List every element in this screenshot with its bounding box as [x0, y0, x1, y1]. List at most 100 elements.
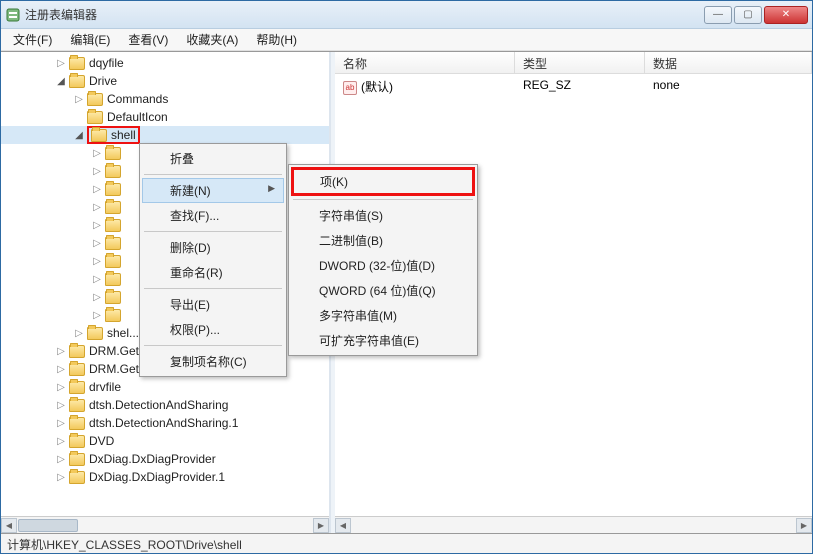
new-qword[interactable]: QWORD (64 位)值(Q) — [291, 278, 475, 303]
expand-icon[interactable]: ▷ — [55, 453, 67, 465]
highlighted-node: shell — [87, 126, 140, 144]
expand-icon[interactable]: ▷ — [91, 147, 103, 159]
content-area: ▷dqyfile ◢ Drive ▷CommandsDefaultIcon ◢ shell… — [1, 51, 812, 533]
collapse-icon[interactable]: ◢ — [55, 75, 67, 87]
tree-item[interactable]: ◢ shell — [1, 126, 329, 144]
new-submenu: 项(K) 字符串值(S) 二进制值(B) DWORD (32-位)值(D) QW… — [288, 164, 478, 356]
string-value-icon: ab — [343, 81, 357, 95]
expand-icon[interactable]: ▷ — [91, 201, 103, 213]
scroll-left-button[interactable]: ◀ — [1, 518, 17, 533]
folder-icon — [69, 435, 85, 448]
tree-label: dtsh.DetectionAndSharing — [89, 398, 228, 412]
tree-item[interactable]: DefaultIcon — [1, 108, 329, 126]
folder-icon — [69, 57, 85, 70]
tree-hscrollbar[interactable]: ◀ ▶ — [1, 516, 329, 533]
list-header: 名称 类型 数据 — [335, 52, 812, 74]
folder-icon — [87, 327, 103, 340]
expand-icon[interactable]: ▷ — [55, 399, 67, 411]
expand-icon[interactable]: ▷ — [91, 291, 103, 303]
expand-icon[interactable]: ▷ — [91, 255, 103, 267]
tree-item[interactable]: ▷Commands — [1, 90, 329, 108]
registry-editor-window: 注册表编辑器 — ▢ ✕ 文件(F) 编辑(E) 查看(V) 收藏夹(A) 帮助… — [0, 0, 813, 554]
scroll-left-button[interactable]: ◀ — [335, 518, 351, 533]
tree-label: shell — [111, 128, 136, 142]
folder-icon — [69, 417, 85, 430]
folder-icon — [105, 255, 121, 268]
collapse-icon[interactable]: ◢ — [73, 129, 85, 141]
ctx-export[interactable]: 导出(E) — [142, 292, 284, 317]
menu-file[interactable]: 文件(F) — [5, 29, 60, 50]
context-menu: 折叠 新建(N) 查找(F)... 删除(D) 重命名(R) 导出(E) 权限(… — [139, 143, 287, 377]
col-type[interactable]: 类型 — [515, 52, 645, 73]
new-expandstring[interactable]: 可扩充字符串值(E) — [291, 328, 475, 353]
expand-icon[interactable] — [73, 111, 85, 123]
new-key[interactable]: 项(K) — [291, 167, 475, 196]
ctx-new[interactable]: 新建(N) — [142, 178, 284, 203]
tree-item[interactable]: ▷dqyfile — [1, 54, 329, 72]
tree-item[interactable]: ▷dtsh.DetectionAndSharing.1 — [1, 414, 329, 432]
list-row[interactable]: ab (默认) REG_SZ none — [335, 74, 812, 99]
expand-icon[interactable]: ▷ — [91, 219, 103, 231]
ctx-copykeyname[interactable]: 复制项名称(C) — [142, 349, 284, 374]
expand-icon[interactable]: ▷ — [73, 327, 85, 339]
menu-favorites[interactable]: 收藏夹(A) — [178, 29, 246, 50]
col-name[interactable]: 名称 — [335, 52, 515, 73]
expand-icon[interactable]: ▷ — [55, 57, 67, 69]
cell-data: none — [645, 76, 688, 97]
expand-icon[interactable]: ▷ — [91, 309, 103, 321]
expand-icon[interactable]: ▷ — [55, 363, 67, 375]
expand-icon[interactable]: ▷ — [55, 381, 67, 393]
folder-icon — [87, 93, 103, 106]
tree-item[interactable]: ▷DxDiag.DxDiagProvider.1 — [1, 468, 329, 486]
tree-item[interactable]: ▷DxDiag.DxDiagProvider — [1, 450, 329, 468]
folder-icon — [105, 237, 121, 250]
ctx-delete[interactable]: 删除(D) — [142, 235, 284, 260]
value-name: (默认) — [361, 80, 393, 94]
scroll-thumb[interactable] — [18, 519, 78, 532]
app-icon — [5, 7, 21, 23]
folder-icon — [69, 399, 85, 412]
scroll-right-button[interactable]: ▶ — [313, 518, 329, 533]
tree-item[interactable]: ▷drvfile — [1, 378, 329, 396]
menu-help[interactable]: 帮助(H) — [248, 29, 305, 50]
window-title: 注册表编辑器 — [25, 6, 704, 23]
new-multistring[interactable]: 多字符串值(M) — [291, 303, 475, 328]
menu-edit[interactable]: 编辑(E) — [62, 29, 118, 50]
new-binary[interactable]: 二进制值(B) — [291, 228, 475, 253]
ctx-permissions[interactable]: 权限(P)... — [142, 317, 284, 342]
tree-item[interactable]: ◢ Drive — [1, 72, 329, 90]
window-buttons: — ▢ ✕ — [704, 6, 808, 24]
expand-icon[interactable]: ▷ — [55, 417, 67, 429]
expand-icon[interactable]: ▷ — [55, 345, 67, 357]
menu-view[interactable]: 查看(V) — [120, 29, 176, 50]
new-string[interactable]: 字符串值(S) — [291, 203, 475, 228]
tree-label: shel... — [107, 326, 139, 340]
tree-item[interactable]: ▷DVD — [1, 432, 329, 450]
new-dword[interactable]: DWORD (32-位)值(D) — [291, 253, 475, 278]
expand-icon[interactable]: ▷ — [91, 183, 103, 195]
expand-icon[interactable]: ▷ — [73, 93, 85, 105]
cell-type: REG_SZ — [515, 76, 645, 97]
expand-icon[interactable]: ▷ — [91, 237, 103, 249]
folder-icon — [105, 201, 121, 214]
tree-item[interactable]: ▷ dtsh.DetectionAndSharing — [1, 396, 329, 414]
expand-icon[interactable]: ▷ — [55, 435, 67, 447]
col-data[interactable]: 数据 — [645, 52, 812, 73]
ctx-collapse[interactable]: 折叠 — [142, 146, 284, 171]
ctx-rename[interactable]: 重命名(R) — [142, 260, 284, 285]
close-button[interactable]: ✕ — [764, 6, 808, 24]
minimize-button[interactable]: — — [704, 6, 732, 24]
expand-icon[interactable]: ▷ — [55, 471, 67, 483]
folder-icon — [105, 219, 121, 232]
ctx-find[interactable]: 查找(F)... — [142, 203, 284, 228]
tree-label: Drive — [89, 74, 117, 88]
list-hscrollbar[interactable]: ◀ ▶ — [335, 516, 812, 533]
titlebar[interactable]: 注册表编辑器 — ▢ ✕ — [1, 1, 812, 29]
expand-icon[interactable]: ▷ — [91, 165, 103, 177]
separator — [293, 199, 473, 200]
maximize-button[interactable]: ▢ — [734, 6, 762, 24]
folder-icon — [105, 165, 121, 178]
scroll-right-button[interactable]: ▶ — [796, 518, 812, 533]
status-path: 计算机\HKEY_CLASSES_ROOT\Drive\shell — [7, 538, 242, 552]
expand-icon[interactable]: ▷ — [91, 273, 103, 285]
